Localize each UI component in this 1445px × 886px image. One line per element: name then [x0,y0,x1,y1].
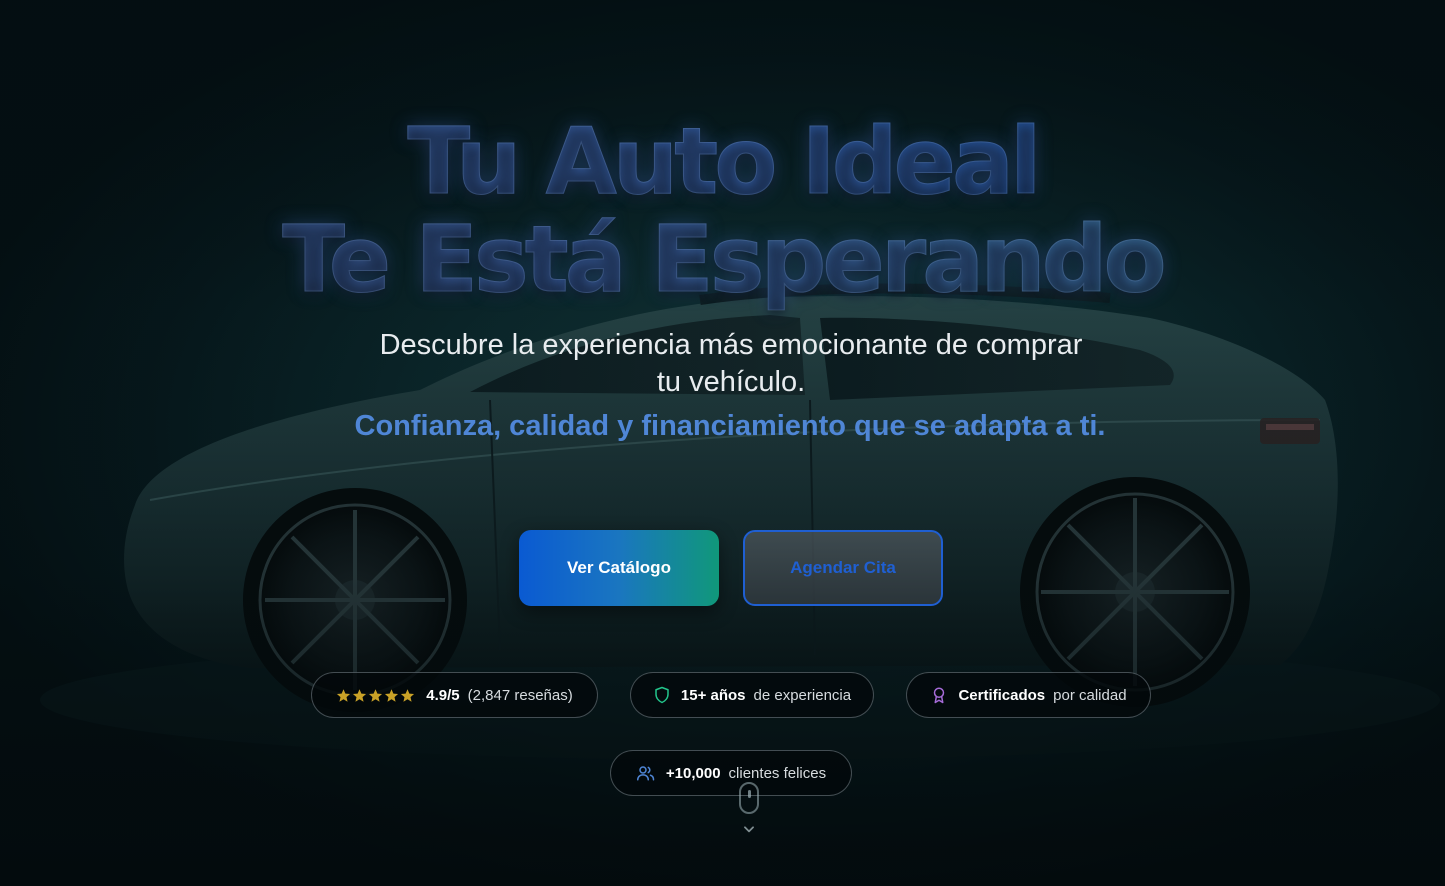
experience-label: de experiencia [753,686,852,704]
clients-badge: +10,000 clientes felices [610,750,852,796]
hero-title-line2: Te Está Esperando [0,209,1445,310]
rating-reviews: (2,847 reseñas) [467,686,573,704]
mouse-scroll-icon[interactable] [739,782,759,814]
certified-badge: Certificados por calidad [906,672,1151,718]
certified-label: por calidad [1053,686,1127,704]
certified-value: Certificados [958,686,1046,704]
hero-tagline: Confianza, calidad y financiamiento que … [354,410,1106,442]
shield-icon [653,686,671,704]
clients-value: +10,000 [665,764,721,782]
hero-title-line1: Tu Auto Ideal [0,111,1445,212]
star-icon [353,688,367,702]
chevron-down-icon[interactable] [742,822,756,836]
rating-badge: 4.9/5 (2,847 reseñas) [311,672,598,718]
clients-label: clientes felices [728,764,827,782]
rating-value: 4.9/5 [426,686,460,704]
star-icon [401,688,415,702]
users-icon [636,764,656,782]
hero-section: Tu Auto Ideal Te Está Esperando Descubre… [0,0,1445,886]
mouse-wheel [748,790,751,798]
star-icon [337,688,351,702]
hero-subtitle: Descubre la experiencia más emocionante … [379,329,1083,398]
schedule-appointment-button[interactable]: Agendar Cita [743,530,943,606]
star-rating [336,688,416,703]
experience-badge: 15+ años de experiencia [630,672,874,718]
star-icon [385,688,399,702]
star-icon [369,688,383,702]
experience-value: 15+ años [680,686,746,704]
award-icon [930,686,948,704]
view-catalog-button[interactable]: Ver Catálogo [519,530,719,606]
